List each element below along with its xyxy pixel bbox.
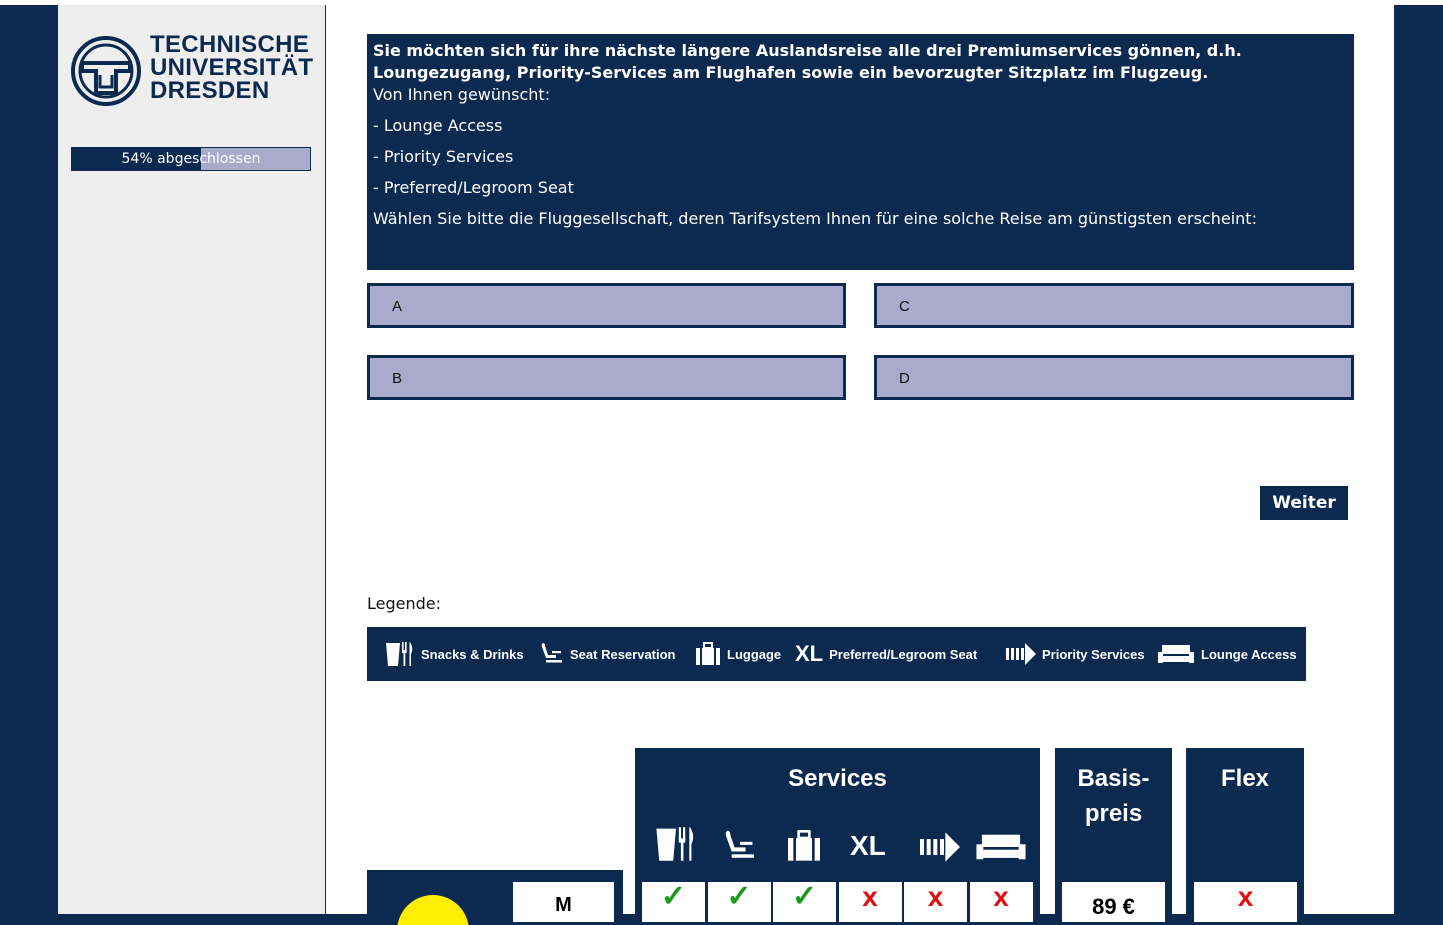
legend-legroom-label: Preferred/Legroom Seat xyxy=(829,646,978,662)
luggage-icon xyxy=(788,830,820,861)
answer-option-b[interactable]: B xyxy=(367,355,846,400)
legend-item-lounge: Lounge Access xyxy=(1157,627,1297,681)
flex-cell: x xyxy=(1194,882,1297,922)
base-price-title-line1: Basis- xyxy=(1077,765,1150,792)
airline-box: M xyxy=(367,870,623,925)
answer-label-c: C xyxy=(899,298,910,315)
service-cell-4: x xyxy=(838,881,902,922)
wish-item-seat: - Preferred/Legroom Seat xyxy=(373,178,574,197)
services-title: Services xyxy=(788,765,887,792)
legend-luggage-label: Luggage xyxy=(727,646,782,662)
university-name-line3: DRESDEN xyxy=(150,77,270,104)
question-instruction: Wählen Sie bitte die Fluggesellschaft, d… xyxy=(373,209,1257,228)
legend-snacks-label: Snacks & Drinks xyxy=(421,646,524,662)
legend-seat-label: Seat Reservation xyxy=(570,646,676,662)
service-cell-2: ✓ xyxy=(707,880,771,922)
tu-dresden-logo: TECHNISCHE UNIVERSITÄT DRESDEN xyxy=(70,33,315,108)
lounge-access-icon xyxy=(1158,645,1194,663)
priority-services-icon xyxy=(1006,643,1036,665)
legend-bar: Snacks & Drinks Seat Reservation Luggage… xyxy=(367,627,1306,681)
answer-label-d: D xyxy=(899,370,910,387)
xl-legroom-icon: XL xyxy=(795,641,824,666)
cross-icon: x xyxy=(993,881,1009,912)
seat-reservation-icon xyxy=(725,830,754,858)
legend-item-seat: Seat Reservation xyxy=(540,627,676,681)
university-name: TECHNISCHE UNIVERSITÄT DRESDEN xyxy=(150,31,314,104)
next-button[interactable]: Weiter xyxy=(1260,486,1348,520)
airline-circle-icon xyxy=(397,895,469,925)
answer-option-a[interactable]: A xyxy=(367,283,846,328)
check-icon: ✓ xyxy=(726,880,752,913)
sidebar: TECHNISCHE UNIVERSITÄT DRESDEN 54% abges… xyxy=(58,5,326,914)
wish-label: Von Ihnen gewünscht: xyxy=(373,85,551,104)
survey-page: TECHNISCHE UNIVERSITÄT DRESDEN 54% abges… xyxy=(58,5,1394,925)
university-name-line1: TECHNISCHE xyxy=(150,31,310,58)
flex-box: Flex x xyxy=(1186,748,1304,922)
base-price-box: Basis- preis 89 € xyxy=(1055,748,1172,922)
legend-item-luggage: Luggage xyxy=(695,627,781,681)
legend-item-snacks: Snacks & Drinks xyxy=(385,627,524,681)
base-price-title-line2: preis xyxy=(1084,800,1143,827)
answer-label-a: A xyxy=(392,298,403,315)
question-text: Sie möchten sich für ihre nächste länger… xyxy=(373,41,1242,82)
service-cell-6: x xyxy=(969,881,1033,922)
snacks-drinks-icon xyxy=(386,642,413,666)
legend-priority-label: Priority Services xyxy=(1042,646,1145,662)
main-content: Sie möchten sich für ihre nächste länger… xyxy=(325,5,1394,925)
answer-label-b: B xyxy=(392,370,403,387)
progress-bar: 54% abgeschlossen xyxy=(71,147,311,171)
base-price-cell: 89 € xyxy=(1062,882,1165,922)
fare-size-cell: M xyxy=(513,882,614,922)
check-icon: ✓ xyxy=(791,880,818,913)
answer-option-d[interactable]: D xyxy=(874,355,1354,400)
service-cell-3: ✓ xyxy=(773,882,836,922)
cross-icon: x xyxy=(1237,881,1254,912)
check-icon: ✓ xyxy=(660,880,687,913)
services-box: Services XL ✓ ✓ ✓ x x x xyxy=(635,748,1040,922)
progress-text: 54% abgeschlossen xyxy=(121,151,261,167)
legend-item-priority: Priority Services xyxy=(1006,627,1145,681)
legend-item-legroom: XL Preferred/Legroom Seat xyxy=(795,627,977,681)
lounge-access-icon xyxy=(976,834,1026,860)
snacks-drinks-icon xyxy=(656,827,694,861)
university-name-line2: UNIVERSITÄT xyxy=(150,54,314,81)
xl-legroom-icon: XL xyxy=(850,830,886,861)
answer-option-c[interactable]: C xyxy=(874,283,1354,328)
luggage-icon xyxy=(696,642,720,665)
service-cell-5: x xyxy=(904,882,967,922)
tu-dresden-seal-icon xyxy=(71,36,141,106)
question-box: Sie möchten sich für ihre nächste länger… xyxy=(367,34,1354,270)
priority-services-icon xyxy=(920,832,960,862)
cross-icon: x xyxy=(927,881,944,912)
wish-item-lounge: - Lounge Access xyxy=(373,116,503,135)
legend-lounge-label: Lounge Access xyxy=(1201,646,1297,662)
seat-reservation-icon xyxy=(541,643,562,663)
flex-title: Flex xyxy=(1220,765,1270,792)
wish-item-priority: - Priority Services xyxy=(373,147,514,166)
service-cell-1: ✓ xyxy=(642,882,705,922)
cross-icon: x xyxy=(862,881,878,912)
legend-label: Legende: xyxy=(367,594,442,613)
